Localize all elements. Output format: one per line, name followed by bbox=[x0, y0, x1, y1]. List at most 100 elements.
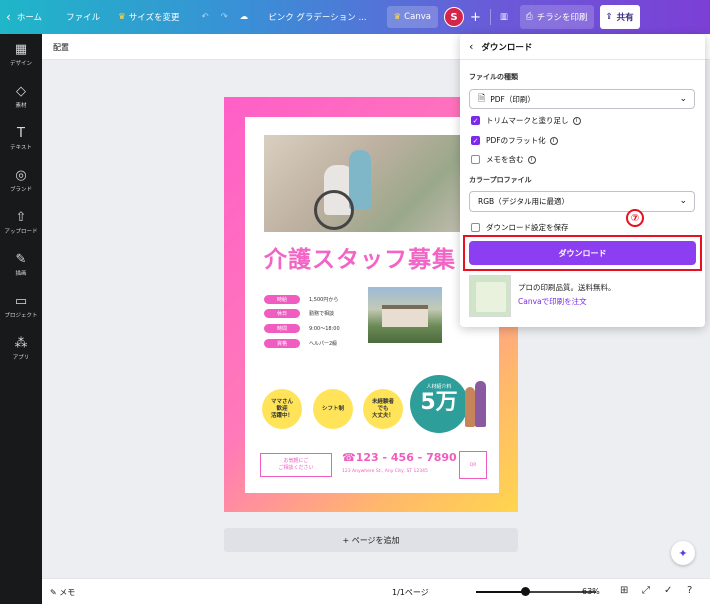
badge-shift[interactable]: シフト制 bbox=[313, 389, 353, 429]
position-button[interactable]: 配置 bbox=[53, 42, 69, 53]
thumbnail-inner bbox=[476, 282, 506, 312]
analytics-button[interactable]: ▥ bbox=[494, 0, 514, 34]
zoom-slider[interactable] bbox=[476, 587, 596, 596]
magic-assistant-button[interactable]: ✦ bbox=[671, 541, 695, 565]
rail-item-elements[interactable]: ◇ 素材 bbox=[0, 76, 42, 118]
info-value: ヘルパー2級 bbox=[309, 341, 338, 347]
rail-label: テキスト bbox=[10, 145, 32, 151]
rail-item-uploads[interactable]: ⇧ アップロード bbox=[0, 202, 42, 244]
info-pill: 資格 bbox=[264, 339, 300, 348]
elderly-illustration[interactable] bbox=[463, 379, 489, 431]
annotation-step-number: ⑦ bbox=[626, 209, 644, 227]
file-type-value: PDF（印刷） bbox=[490, 94, 535, 104]
print-label: チラシを印刷 bbox=[536, 13, 588, 23]
info-icon[interactable]: i bbox=[572, 116, 581, 125]
help-icon[interactable]: ? bbox=[687, 585, 692, 596]
contact-box[interactable]: お気軽にご ご相談ください bbox=[260, 453, 332, 477]
trim-marks-option[interactable]: ✓ トリムマークと塗り足し i bbox=[471, 115, 581, 126]
print-flyer-button[interactable]: ⎙ チラシを印刷 bbox=[519, 5, 594, 29]
info-value: 勤務で相談 bbox=[309, 311, 335, 317]
rail-item-brand[interactable]: ◎ ブランド bbox=[0, 160, 42, 202]
info-row[interactable]: 休日 勤務で相談 bbox=[264, 309, 334, 318]
crown-icon: ♛ bbox=[393, 12, 402, 22]
notes-icon: ✎ bbox=[50, 588, 57, 597]
figure bbox=[475, 381, 486, 427]
info-icon[interactable]: i bbox=[549, 136, 558, 145]
avatar[interactable]: S bbox=[443, 7, 464, 27]
home-button[interactable]: ‹ ホーム bbox=[0, 0, 48, 34]
resize-label: サイズを変更 bbox=[128, 13, 180, 23]
zoom-slider-fill bbox=[476, 591, 525, 593]
undo-button[interactable]: ↶ bbox=[195, 0, 214, 34]
page-counter[interactable]: 1/1ページ bbox=[392, 587, 429, 598]
checkbox-unchecked[interactable] bbox=[471, 155, 480, 164]
info-row[interactable]: 資格 ヘルパー2級 bbox=[264, 339, 337, 348]
folder-icon: ▭ bbox=[14, 294, 28, 309]
canva-pro-button[interactable]: ♛ Canva bbox=[386, 6, 438, 28]
chevron-left-icon: ‹ bbox=[6, 10, 11, 24]
checkbox-unchecked[interactable] bbox=[471, 223, 480, 232]
facility-photo[interactable] bbox=[368, 287, 442, 343]
checkbox-checked[interactable]: ✓ bbox=[471, 136, 480, 145]
rail-label: アップロード bbox=[4, 229, 38, 235]
badge-welcome[interactable]: ママさん 歓迎 活躍中！ bbox=[262, 389, 302, 429]
rail-item-draw[interactable]: ✎ 描画 bbox=[0, 244, 42, 286]
save-settings-option[interactable]: ダウンロード設定を保存 bbox=[471, 222, 569, 233]
zoom-slider-handle[interactable] bbox=[521, 587, 530, 596]
add-page-button[interactable]: + ページを追加 bbox=[224, 528, 518, 552]
rail-label: 素材 bbox=[15, 103, 27, 109]
draw-icon: ✎ bbox=[15, 252, 27, 267]
panel-title: ダウンロード bbox=[481, 42, 533, 53]
checkbox-checked[interactable]: ✓ bbox=[471, 116, 480, 125]
rail-item-design[interactable]: ▦ デザイン bbox=[0, 34, 42, 76]
bonus-circle[interactable]: 人材紹介料 5万 bbox=[410, 375, 468, 433]
phone-number[interactable]: ☎123 - 456 - 7890 bbox=[342, 451, 457, 464]
file-menu[interactable]: ファイル bbox=[60, 0, 106, 34]
add-collaborator-button[interactable]: + bbox=[464, 0, 487, 34]
badge-inexperienced[interactable]: 未経験者 でも 大丈夫！ bbox=[363, 389, 403, 429]
file-type-select[interactable]: 🗎 PDF（印刷） ⌄ bbox=[469, 89, 695, 109]
crown-icon: ♛ bbox=[118, 12, 126, 22]
redo-button[interactable]: ↷ bbox=[215, 0, 234, 34]
bonus-big: 5万 bbox=[420, 390, 458, 415]
sparkle-icon: ✦ bbox=[678, 546, 688, 560]
order-print-link[interactable]: Canvaで印刷を注文 bbox=[518, 296, 587, 307]
back-icon[interactable]: ‹ bbox=[469, 40, 473, 53]
rail-item-apps[interactable]: ⁂ アプリ bbox=[0, 328, 42, 370]
info-pill: 時間 bbox=[264, 324, 300, 333]
badge-text: ママさん 歓迎 活躍中！ bbox=[270, 398, 293, 419]
color-profile-label: カラープロファイル bbox=[469, 176, 532, 184]
bar-chart-icon: ▥ bbox=[499, 12, 508, 22]
rail-item-text[interactable]: T テキスト bbox=[0, 118, 42, 160]
home-label: ホーム bbox=[16, 13, 43, 23]
caregiver-photo[interactable] bbox=[264, 135, 478, 232]
info-pill: 休日 bbox=[264, 309, 300, 318]
flatten-pdf-option[interactable]: ✓ PDFのフラット化 i bbox=[471, 135, 558, 146]
elements-icon: ◇ bbox=[16, 84, 26, 99]
rail-label: アプリ bbox=[12, 355, 30, 361]
info-icon[interactable]: i bbox=[527, 155, 536, 164]
address-text[interactable]: 123 Anywhere St., Any City, ST 12345 bbox=[342, 469, 428, 474]
info-row[interactable]: 時間 9:00～18:00 bbox=[264, 324, 340, 333]
zoom-level[interactable]: 63% bbox=[582, 587, 600, 596]
include-notes-option[interactable]: メモを含む i bbox=[471, 154, 536, 165]
print-promo-thumbnail[interactable] bbox=[469, 275, 511, 317]
upload-icon: ⇪ bbox=[605, 12, 613, 22]
notes-button[interactable]: ✎ メモ bbox=[50, 587, 75, 598]
share-button[interactable]: ⇪ 共有 bbox=[599, 5, 640, 29]
check-icon[interactable]: ✓ bbox=[664, 585, 672, 596]
fullscreen-icon[interactable]: ⤢ bbox=[642, 585, 650, 596]
qr-code[interactable]: QR bbox=[459, 451, 487, 479]
rail-item-projects[interactable]: ▭ プロジェクト bbox=[0, 286, 42, 328]
headline-text[interactable]: 介護スタッフ募集 bbox=[264, 240, 456, 274]
color-profile-select[interactable]: RGB（デジタル用に最適） ⌄ bbox=[469, 191, 695, 212]
info-row[interactable]: 時給 1,500円から bbox=[264, 295, 338, 304]
document-title[interactable]: ピンク グラデーション ... bbox=[262, 0, 372, 34]
resize-button[interactable]: ♛ サイズを変更 bbox=[112, 0, 185, 34]
rail-label: デザイン bbox=[9, 61, 32, 67]
redo-icon: ↷ bbox=[220, 12, 228, 22]
left-rail: ▦ デザイン ◇ 素材 T テキスト ◎ ブランド ⇧ アップロード ✎ 描画 ▭ プロジェク… bbox=[0, 34, 42, 604]
grid-view-icon[interactable]: ⊞ bbox=[620, 585, 628, 596]
cloud-save-status[interactable]: ☁ bbox=[234, 0, 255, 34]
annotation-highlight bbox=[463, 235, 702, 271]
